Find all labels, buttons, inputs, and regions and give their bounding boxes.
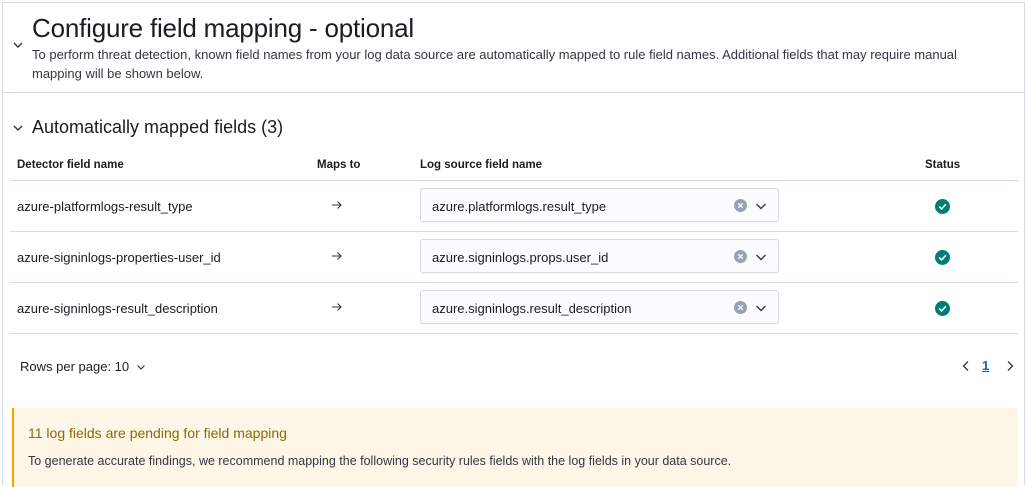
detector-field-name: azure-signinlogs-result_description (17, 301, 218, 316)
column-header-status: Status (925, 159, 961, 171)
pending-mapping-callout: 11 log fields are pending for field mapp… (12, 408, 1018, 487)
check-circle-icon (935, 301, 950, 316)
column-header-log-source-field: Log source field name (420, 159, 543, 171)
table-row: azure-platformlogs-result_type azure.pla… (10, 181, 1018, 232)
chevron-down-icon (135, 361, 147, 373)
log-field-value: azure.platformlogs.result_type (432, 199, 607, 214)
arrow-right-icon (330, 300, 344, 314)
log-field-combobox[interactable]: azure.signinlogs.result_description (420, 290, 779, 324)
check-circle-icon (935, 199, 950, 214)
chevron-down-icon[interactable] (11, 38, 25, 52)
clear-icon[interactable] (734, 301, 747, 314)
clear-icon[interactable] (734, 199, 747, 212)
page-title: Configure field mapping - optional (32, 13, 414, 43)
field-mapping-panel: Configure field mapping - optional To pe… (2, 2, 1025, 487)
column-header-detector-field: Detector field name (17, 159, 124, 171)
chevron-down-icon[interactable] (754, 250, 768, 264)
table-row: azure-signinlogs-result_description azur… (10, 283, 1018, 334)
callout-title: 11 log fields are pending for field mapp… (28, 425, 287, 441)
detector-field-name: azure-platformlogs-result_type (17, 199, 193, 214)
clear-icon[interactable] (734, 250, 747, 263)
chevron-down-icon[interactable] (754, 199, 768, 213)
section-title[interactable]: Automatically mapped fields (3) (32, 117, 283, 138)
log-field-combobox[interactable]: azure.platformlogs.result_type (420, 188, 779, 222)
detector-field-name: azure-signinlogs-properties-user_id (17, 250, 221, 265)
rows-per-page-label: Rows per page: 10 (20, 359, 130, 374)
mapped-fields-table: Detector field name Maps to Log source f… (10, 153, 1018, 334)
log-field-combobox[interactable]: azure.signinlogs.props.user_id (420, 239, 779, 273)
check-circle-icon (935, 250, 950, 265)
header-panel: Configure field mapping - optional To pe… (3, 3, 1024, 93)
chevron-down-icon[interactable] (754, 301, 768, 315)
table-row: azure-signinlogs-properties-user_id azur… (10, 232, 1018, 283)
log-field-value: azure.signinlogs.result_description (432, 301, 632, 316)
log-field-value: azure.signinlogs.props.user_id (432, 250, 609, 265)
arrow-right-icon (330, 249, 344, 263)
chevron-down-icon[interactable] (11, 121, 25, 135)
chevron-left-icon[interactable] (959, 359, 973, 373)
chevron-right-icon[interactable] (1003, 359, 1017, 373)
pagination: 1 (959, 357, 1019, 377)
table-header: Detector field name Maps to Log source f… (10, 153, 1018, 181)
page-description: To perform threat detection, known field… (32, 47, 957, 81)
callout-text: To generate accurate findings, we recomm… (28, 454, 732, 468)
rows-per-page-button[interactable]: Rows per page: 10 (20, 359, 147, 374)
arrow-right-icon (330, 198, 344, 212)
page-number-button[interactable]: 1 (982, 358, 989, 373)
column-header-maps-to: Maps to (317, 159, 361, 171)
